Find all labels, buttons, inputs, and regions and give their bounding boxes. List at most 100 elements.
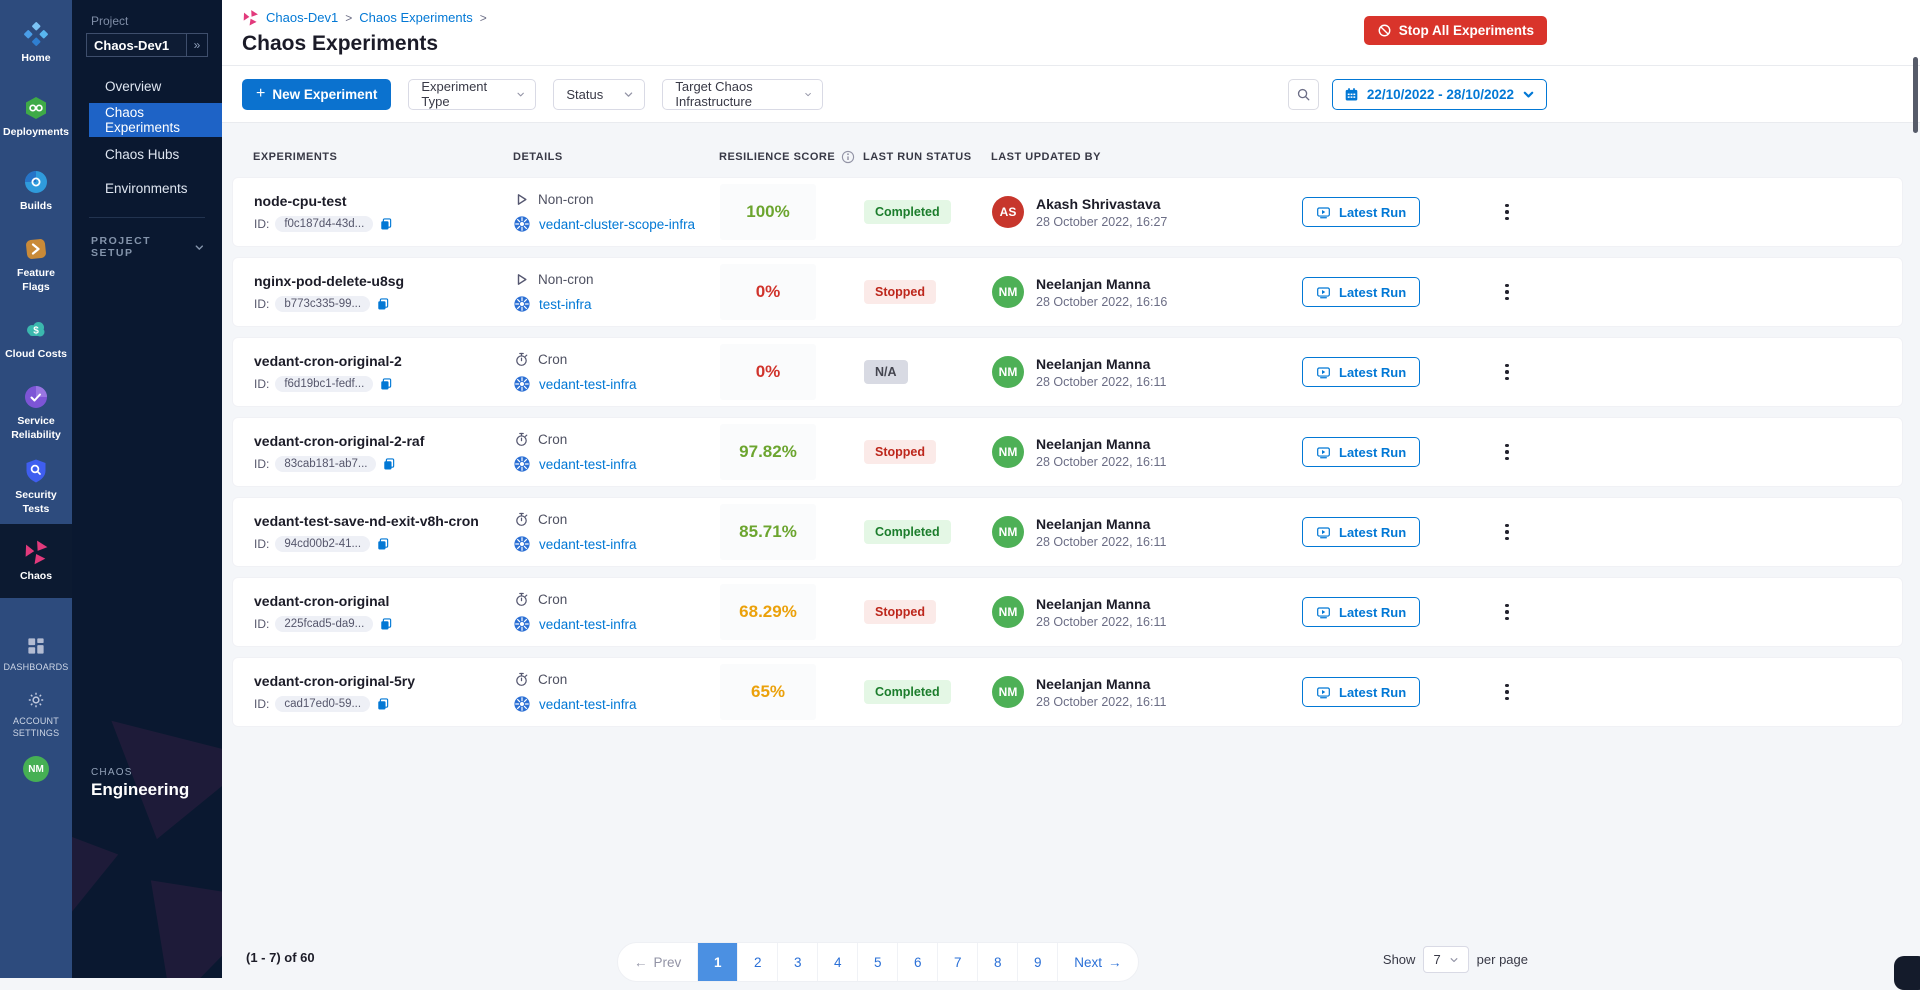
copy-id-icon[interactable]: [379, 377, 393, 391]
experiment-row[interactable]: nginx-pod-delete-u8sg ID: b773c335-99...: [232, 257, 1903, 327]
experiment-row[interactable]: vedant-cron-original ID: 225fcad5-da9...: [232, 577, 1903, 647]
latest-run-button[interactable]: Latest Run: [1302, 277, 1420, 307]
new-experiment-button[interactable]: + New Experiment: [242, 79, 391, 110]
experiment-id: 225fcad5-da9...: [275, 616, 373, 632]
nav-item-deployments[interactable]: Deployments: [0, 80, 72, 154]
experiment-name[interactable]: vedant-cron-original-5ry: [254, 673, 514, 689]
breadcrumb-experiments-link[interactable]: Chaos Experiments: [359, 10, 472, 25]
experiment-name[interactable]: vedant-cron-original-2: [254, 353, 514, 369]
nav-item-home[interactable]: Home: [0, 6, 72, 80]
resilience-score-value: 97.82%: [739, 442, 797, 462]
page-button-9[interactable]: 9: [1017, 943, 1057, 981]
copy-id-icon[interactable]: [382, 457, 396, 471]
experiment-type-filter[interactable]: Experiment Type: [408, 79, 536, 110]
page-button-6[interactable]: 6: [897, 943, 937, 981]
nav-separator: [0, 598, 72, 624]
breadcrumb-project-link[interactable]: Chaos-Dev1: [266, 10, 338, 25]
status-filter[interactable]: Status: [553, 79, 645, 110]
nav-item-feature-flags[interactable]: Feature Flags: [0, 228, 72, 302]
last-run-status-badge: Stopped: [864, 440, 936, 464]
page-button-8[interactable]: 8: [977, 943, 1017, 981]
experiment-name[interactable]: vedant-test-save-nd-exit-v8h-cron: [254, 513, 514, 529]
experiment-row[interactable]: node-cpu-test ID: f0c187d4-43d...: [232, 177, 1903, 247]
infrastructure-link[interactable]: vedant-cluster-scope-infra: [539, 217, 695, 232]
row-menu-kebab[interactable]: [1495, 360, 1519, 384]
project-select[interactable]: Chaos-Dev1: [86, 33, 187, 57]
nav-item-account-settings[interactable]: ACCOUNT SETTINGS: [0, 684, 72, 744]
experiment-name[interactable]: vedant-cron-original: [254, 593, 514, 609]
infrastructure-link[interactable]: vedant-test-infra: [539, 617, 637, 632]
infrastructure-link[interactable]: vedant-test-infra: [539, 697, 637, 712]
date-range-picker[interactable]: 22/10/2022 - 28/10/2022: [1332, 79, 1547, 110]
latest-run-button[interactable]: Latest Run: [1302, 357, 1420, 387]
experiment-row[interactable]: vedant-test-save-nd-exit-v8h-cron ID: 94…: [232, 497, 1903, 567]
help-fab[interactable]: [1894, 956, 1920, 990]
page-button-7[interactable]: 7: [937, 943, 977, 981]
scrollbar-thumb[interactable]: [1913, 57, 1918, 133]
nav-item-security-tests[interactable]: Security Tests: [0, 450, 72, 524]
page-button-1[interactable]: 1: [697, 943, 737, 981]
row-menu-kebab[interactable]: [1495, 440, 1519, 464]
expand-projects-button[interactable]: »: [187, 33, 208, 57]
next-page-button[interactable]: Next →: [1057, 943, 1137, 981]
kubernetes-infra-icon: [514, 456, 530, 472]
page-button-3[interactable]: 3: [777, 943, 817, 981]
column-last-run-status: LAST RUN STATUS: [863, 151, 991, 163]
row-menu-kebab[interactable]: [1495, 600, 1519, 624]
project-setup-toggle[interactable]: PROJECT SETUP: [91, 235, 205, 259]
user-avatar-nav[interactable]: NM: [23, 756, 49, 782]
copy-id-icon[interactable]: [379, 617, 393, 631]
results-range: (1 - 7) of 60: [246, 950, 315, 965]
nav-item-cloud-costs[interactable]: $ Cloud Costs: [0, 302, 72, 376]
info-icon[interactable]: [841, 150, 855, 164]
search-button[interactable]: [1288, 79, 1319, 110]
last-run-status-badge: Completed: [864, 200, 951, 224]
copy-id-icon[interactable]: [379, 217, 393, 231]
sidebar-item-environments[interactable]: Environments: [72, 171, 222, 205]
experiment-row[interactable]: vedant-cron-original-2-raf ID: 83cab181-…: [232, 417, 1903, 487]
column-last-updated-by: LAST UPDATED BY: [991, 151, 1301, 163]
experiment-row[interactable]: vedant-cron-original-2 ID: f6d19bc1-fedf…: [232, 337, 1903, 407]
copy-id-icon[interactable]: [376, 537, 390, 551]
copy-id-icon[interactable]: [376, 297, 390, 311]
copy-id-icon[interactable]: [376, 697, 390, 711]
chevron-down-icon: [623, 89, 634, 100]
page-size-select[interactable]: 7: [1423, 946, 1468, 973]
latest-run-button[interactable]: Latest Run: [1302, 677, 1420, 707]
sidebar-item-chaos-experiments[interactable]: Chaos Experiments: [89, 103, 222, 137]
page-button-2[interactable]: 2: [737, 943, 777, 981]
resilience-score-value: 0%: [756, 282, 781, 302]
experiment-name[interactable]: node-cpu-test: [254, 193, 514, 209]
latest-run-button[interactable]: Latest Run: [1302, 437, 1420, 467]
row-menu-kebab[interactable]: [1495, 520, 1519, 544]
latest-run-button[interactable]: Latest Run: [1302, 517, 1420, 547]
infrastructure-link[interactable]: test-infra: [539, 297, 592, 312]
infrastructure-link[interactable]: vedant-test-infra: [539, 377, 637, 392]
prev-page-button[interactable]: ← Prev: [618, 943, 697, 981]
run-history-icon: [1316, 445, 1331, 460]
run-history-icon: [1316, 685, 1331, 700]
right-arrow-icon: →: [1108, 955, 1122, 970]
sidebar-item-chaos-hubs[interactable]: Chaos Hubs: [72, 137, 222, 171]
experiment-name[interactable]: nginx-pod-delete-u8sg: [254, 273, 514, 289]
row-menu-kebab[interactable]: [1495, 200, 1519, 224]
nav-item-chaos[interactable]: Chaos: [0, 524, 72, 598]
latest-run-button[interactable]: Latest Run: [1302, 597, 1420, 627]
nav-item-builds[interactable]: Builds: [0, 154, 72, 228]
row-menu-kebab[interactable]: [1495, 680, 1519, 704]
latest-run-button[interactable]: Latest Run: [1302, 197, 1420, 227]
toolbar: + New Experiment Experiment Type Status …: [222, 66, 1920, 123]
target-infrastructure-filter[interactable]: Target Chaos Infrastructure: [662, 79, 823, 110]
infrastructure-link[interactable]: vedant-test-infra: [539, 537, 637, 552]
page-button-5[interactable]: 5: [857, 943, 897, 981]
nav-item-service-reliability[interactable]: Service Reliability: [0, 376, 72, 450]
row-menu-kebab[interactable]: [1495, 280, 1519, 304]
infrastructure-link[interactable]: vedant-test-infra: [539, 457, 637, 472]
chevron-down-icon: [804, 89, 812, 100]
experiment-row[interactable]: vedant-cron-original-5ry ID: cad17ed0-59…: [232, 657, 1903, 727]
experiment-name[interactable]: vedant-cron-original-2-raf: [254, 433, 514, 449]
sidebar-item-overview[interactable]: Overview: [72, 69, 222, 103]
page-button-4[interactable]: 4: [817, 943, 857, 981]
nav-item-dashboards[interactable]: DASHBOARDS: [0, 624, 72, 684]
stop-all-experiments-button[interactable]: Stop All Experiments: [1364, 16, 1547, 45]
